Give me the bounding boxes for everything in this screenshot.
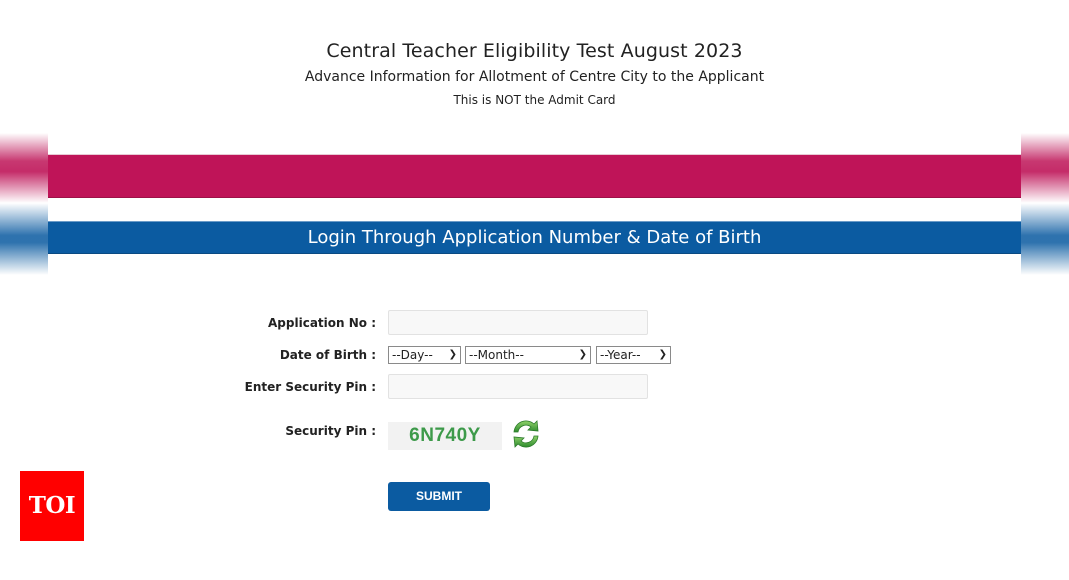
submit-button[interactable]: SUBMIT: [388, 482, 490, 511]
security-pin-label: Security Pin :: [285, 424, 376, 438]
application-no-input[interactable]: [388, 310, 648, 335]
dob-year-select[interactable]: --Year-- ❯: [596, 346, 671, 364]
left-blur-pink: [0, 133, 48, 203]
dob-label: Date of Birth :: [279, 348, 376, 362]
chevron-down-icon: ❯: [578, 349, 587, 360]
login-banner: Login Through Application Number & Date …: [48, 221, 1021, 254]
page-header: Central Teacher Eligibility Test August …: [0, 38, 1069, 108]
dob-day-value: --Day--: [392, 348, 433, 362]
dob-year-value: --Year--: [600, 348, 641, 362]
right-blur-edge: [1021, 133, 1069, 275]
security-pin-input[interactable]: [388, 374, 648, 399]
enter-security-pin-label: Enter Security Pin :: [244, 380, 376, 394]
left-blur-blue: [0, 203, 48, 275]
refresh-icon[interactable]: [508, 416, 544, 452]
dob-day-select[interactable]: --Day-- ❯: [388, 346, 461, 364]
right-blur-pink: [1021, 133, 1069, 203]
page-subtitle: Advance Information for Allotment of Cen…: [304, 69, 765, 85]
left-blur-edge: [0, 133, 48, 275]
dob-month-select[interactable]: --Month-- ❯: [465, 346, 591, 364]
right-blur-blue: [1021, 203, 1069, 275]
chevron-down-icon: ❯: [448, 349, 457, 360]
page: Central Teacher Eligibility Test August …: [0, 0, 1069, 580]
admit-card-note: This is NOT the Admit Card: [453, 93, 616, 107]
toi-logo: TOI: [20, 471, 84, 541]
dob-month-value: --Month--: [469, 348, 524, 362]
page-title: Central Teacher Eligibility Test August …: [326, 40, 743, 62]
application-no-label: Application No :: [268, 316, 376, 330]
captcha-image: 6N740Y: [388, 422, 502, 450]
chevron-down-icon: ❯: [658, 349, 667, 360]
header-band: [48, 154, 1021, 198]
